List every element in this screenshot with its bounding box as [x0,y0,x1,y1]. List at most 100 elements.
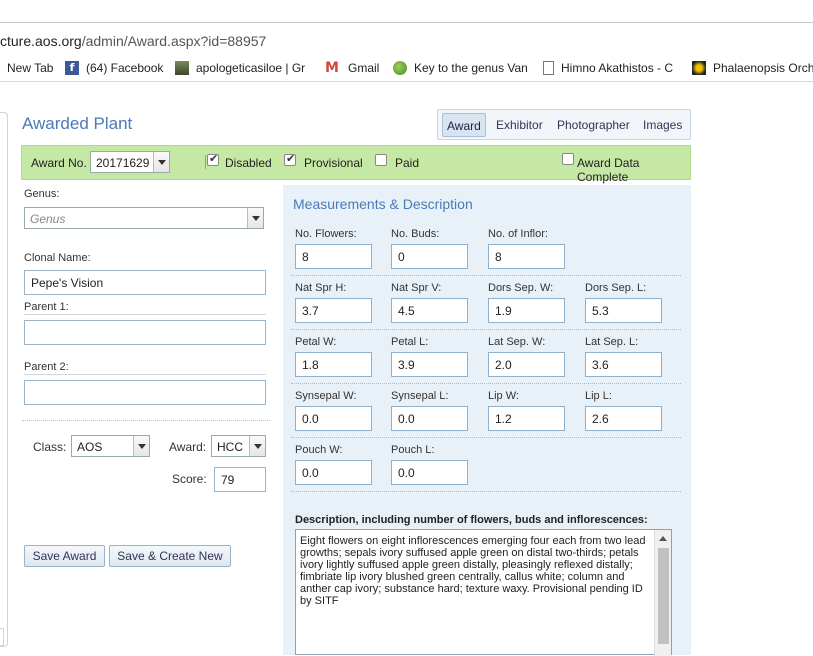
nat-spr-v-value: 4.5 [398,304,415,318]
dors-sep-w-input[interactable]: 1.9 [488,298,565,323]
divider [291,275,681,276]
synsepal-w-label: Synsepal W: [295,390,357,402]
synsepal-w-input[interactable]: 0.0 [295,406,372,431]
petal-w-value: 1.8 [302,358,319,372]
petal-l-input[interactable]: 3.9 [391,352,468,377]
divider [24,314,266,315]
lip-w-input[interactable]: 1.2 [488,406,565,431]
bookmark-himno[interactable]: Himno Akathistos - C [543,61,673,75]
bookmark-key-genus[interactable]: Key to the genus Van [393,61,528,75]
no-buds-value: 0 [398,250,405,264]
award-label: Award: [169,440,207,454]
nat-spr-h-input[interactable]: 3.7 [295,298,372,323]
clonal-name-value: Pepe's Vision [31,276,104,290]
score-input[interactable]: 79 [214,467,266,492]
save-award-button[interactable]: Save Award [24,545,105,567]
lat-sep-l-label: Lat Sep. L: [585,336,639,348]
lip-w-label: Lip W: [488,390,519,402]
leaf-icon [393,61,407,75]
class-select[interactable]: AOS [71,435,150,457]
petal-w-input[interactable]: 1.8 [295,352,372,377]
petal-w-label: Petal W: [295,336,337,348]
pouch-w-input[interactable]: 0.0 [295,460,372,485]
award-data-complete-checkbox[interactable] [562,153,574,165]
no-inflor-label: No. of Inflor: [488,228,548,240]
address-bar[interactable]: cture.aos.org/admin/Award.aspx?id=88957 [0,22,813,55]
dors-sep-l-input[interactable]: 5.3 [585,298,662,323]
description-scrollbar[interactable] [654,530,671,656]
pouch-l-label: Pouch L: [391,444,435,456]
tab-images[interactable]: Images [639,113,686,137]
lat-sep-w-value: 2.0 [495,358,512,372]
bookmarks-bar: New Tab f (64) Facebook apologeticasiloe … [0,55,813,82]
facebook-icon: f [65,61,79,75]
lat-sep-w-input[interactable]: 2.0 [488,352,565,377]
scroll-up-icon[interactable] [655,530,671,546]
provisional-label: Provisional [304,156,363,170]
bookmark-label: New Tab [7,61,54,75]
divider [291,437,681,438]
tab-exhibitor[interactable]: Exhibitor [492,113,547,137]
pouch-w-value: 0.0 [302,466,319,480]
flower-icon [692,61,706,75]
address-url[interactable]: cture.aos.org/admin/Award.aspx?id=88957 [0,33,266,49]
provisional-checkbox[interactable] [284,152,296,166]
address-host: cture.aos.org [0,33,82,49]
bookmark-apologeticasiloe[interactable]: apologeticasiloe | Gr [175,61,305,75]
divider [205,155,206,169]
tab-photographer[interactable]: Photographer [553,113,634,137]
petal-l-label: Petal L: [391,336,429,348]
clonal-name-label: Clonal Name: [24,252,91,264]
genus-select[interactable]: Genus [24,207,264,229]
genus-placeholder: Genus [30,212,66,226]
pouch-l-input[interactable]: 0.0 [391,460,468,485]
nat-spr-v-input[interactable]: 4.5 [391,298,468,323]
bookmark-label: Gmail [348,61,380,75]
disabled-checkbox[interactable] [207,152,219,166]
no-inflor-input[interactable]: 8 [488,244,565,269]
bookmark-gmail[interactable]: M Gmail [325,61,379,75]
parent1-input[interactable] [24,320,266,345]
measurements-title: Measurements & Description [293,196,473,212]
paid-checkbox[interactable] [375,154,387,166]
dors-sep-w-value: 1.9 [495,304,512,318]
page-icon [543,61,554,75]
dors-sep-l-label: Dors Sep. L: [585,282,647,294]
disabled-label: Disabled [225,156,272,170]
award-no-select[interactable]: 20171629 [90,151,170,173]
award-select[interactable]: HCC [211,435,266,457]
no-flowers-value: 8 [302,250,309,264]
bookmark-new-tab[interactable]: New Tab [7,61,53,75]
lip-l-value: 2.6 [592,412,609,426]
award-data-complete-label: Award Data Complete [577,156,640,184]
nat-spr-h-label: Nat Spr H: [295,282,347,294]
parent1-label: Parent 1: [24,301,69,313]
synsepal-w-value: 0.0 [302,412,319,426]
no-buds-label: No. Buds: [391,228,440,240]
scroll-thumb[interactable] [658,548,669,644]
description-textarea[interactable]: Eight flowers on eight inflorescences em… [295,529,672,656]
award-no-value: 20171629 [96,156,150,170]
bookmark-label: Himno Akathistos - C [561,61,674,75]
no-buds-input[interactable]: 0 [391,244,468,269]
lat-sep-l-input[interactable]: 3.6 [585,352,662,377]
clonal-name-input[interactable]: Pepe's Vision [24,270,266,295]
bookmark-facebook[interactable]: f (64) Facebook [65,61,163,75]
bookmark-phalaenopsis[interactable]: Phalaenopsis Orch [692,61,813,75]
no-flowers-input[interactable]: 8 [295,244,372,269]
chevron-down-icon [249,436,265,456]
synsepal-l-label: Synsepal L: [391,390,449,402]
save-create-new-button[interactable]: Save & Create New [109,545,231,567]
no-flowers-label: No. Flowers: [295,228,357,240]
parent2-input[interactable] [24,380,266,405]
measurements-panel: Measurements & Description No. Flowers: … [283,185,691,656]
nat-spr-h-value: 3.7 [302,304,319,318]
bookmark-label: Key to the genus Van [414,61,528,75]
class-label: Class: [33,440,67,454]
synsepal-l-input[interactable]: 0.0 [391,406,468,431]
tab-award[interactable]: Award [442,113,486,137]
lip-l-input[interactable]: 2.6 [585,406,662,431]
divider [291,383,681,384]
page-title: Awarded Plant [22,114,133,133]
award-bar: Award No. 20171629 Disabled Provisional … [21,145,691,184]
